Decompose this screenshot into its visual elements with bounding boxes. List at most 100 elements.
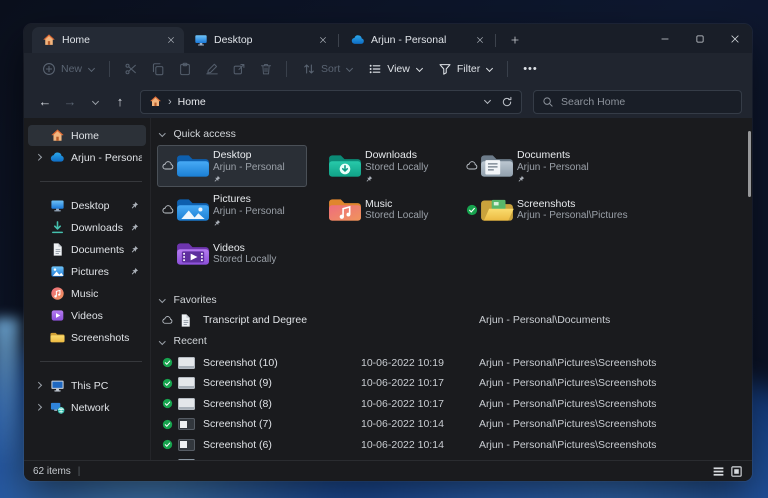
sidebar-item-network[interactable]: Network <box>28 397 146 418</box>
recent-file-row[interactable]: Screenshot (5) 10-06-2022 09:31 Arjun - … <box>159 455 742 460</box>
close-button[interactable] <box>717 24 752 53</box>
close-tab-icon[interactable] <box>315 32 331 48</box>
tile-subtitle: Arjun - Personal <box>517 162 589 174</box>
tile-documents[interactable]: Documents Arjun - Personal <box>461 145 611 187</box>
search-input[interactable] <box>561 96 733 108</box>
sidebar-item-this-pc[interactable]: This PC <box>28 375 146 396</box>
command-toolbar: New Sort View Filter ••• <box>24 53 752 85</box>
delete-button[interactable] <box>252 57 279 81</box>
pin-icon <box>130 223 139 232</box>
address-bar[interactable]: › Home <box>140 90 522 114</box>
cut-button[interactable] <box>117 57 144 81</box>
refresh-icon[interactable] <box>501 96 513 108</box>
recent-locations-button[interactable] <box>84 91 106 113</box>
tile-subtitle: Stored Locally <box>365 210 428 222</box>
this-pc-icon <box>50 378 65 393</box>
screenshot-thumbnail <box>178 418 198 430</box>
pin-icon <box>130 245 139 254</box>
rename-button[interactable] <box>198 57 225 81</box>
desktop-folder-icon <box>176 151 210 181</box>
sidebar-item-videos[interactable]: Videos <box>28 305 146 326</box>
chevron-right-icon[interactable] <box>35 154 41 160</box>
section-header-quick-access[interactable]: Quick access <box>157 125 742 142</box>
explorer-content: Home Arjun - Personal Desktop Downloads <box>24 118 752 460</box>
section-header-recent[interactable]: Recent <box>157 333 742 350</box>
music-folder-icon <box>328 195 362 225</box>
home-icon <box>149 95 162 108</box>
tile-screenshots[interactable]: Screenshots Arjun - Personal\Pictures <box>461 189 611 231</box>
document-icon <box>50 242 65 257</box>
view-button[interactable]: View <box>360 57 430 81</box>
sidebar-item-screenshots[interactable]: Screenshots <box>28 327 146 348</box>
sidebar-item-pictures[interactable]: Pictures <box>28 261 146 282</box>
screenshot-thumbnail <box>178 377 198 389</box>
scrollbar[interactable] <box>748 131 751 197</box>
paste-button[interactable] <box>171 57 198 81</box>
tab-desktop[interactable]: Desktop <box>184 27 336 53</box>
copy-icon <box>151 62 165 76</box>
sidebar-item-documents[interactable]: Documents <box>28 239 146 260</box>
tile-desktop[interactable]: Desktop Arjun - Personal <box>157 145 307 187</box>
sidebar-item-arjun-personal[interactable]: Arjun - Personal <box>28 147 146 168</box>
sidebar-separator <box>40 361 142 362</box>
tile-subtitle: Stored Locally <box>365 162 428 174</box>
chevron-right-icon[interactable] <box>35 404 41 410</box>
details-view-icon[interactable] <box>712 465 725 478</box>
tab-label: Home <box>62 34 90 46</box>
tile-downloads[interactable]: Downloads Stored Locally <box>309 145 459 187</box>
tile-music[interactable]: Music Stored Locally <box>309 189 459 231</box>
copy-button[interactable] <box>144 57 171 81</box>
desktop-icon <box>50 198 65 213</box>
maximize-button[interactable] <box>682 24 717 53</box>
recent-file-row[interactable]: Screenshot (7) 10-06-2022 10:14 Arjun - … <box>159 414 742 435</box>
recent-file-row[interactable]: Screenshot (6) 10-06-2022 10:14 Arjun - … <box>159 435 742 456</box>
downloads-folder-icon <box>328 151 362 181</box>
favorite-file-row[interactable]: Transcript and Degree Arjun - Personal\D… <box>159 310 742 331</box>
file-date: 10-06-2022 10:17 <box>361 398 479 410</box>
tab-home[interactable]: Home <box>32 27 184 53</box>
minimize-button[interactable] <box>647 24 682 53</box>
file-name: Screenshot (6) <box>203 439 361 451</box>
sync-check-icon <box>159 398 175 409</box>
filter-button[interactable]: Filter <box>430 57 500 81</box>
close-tab-icon[interactable] <box>472 32 488 48</box>
sidebar-item-home[interactable]: Home <box>28 125 146 146</box>
recent-file-row[interactable]: Screenshot (8) 10-06-2022 10:17 Arjun - … <box>159 394 742 415</box>
large-icons-view-icon[interactable] <box>730 465 743 478</box>
breadcrumb[interactable]: Home <box>178 96 206 108</box>
pin-icon <box>517 175 525 183</box>
tab-label: Desktop <box>214 34 253 46</box>
sort-button[interactable]: Sort <box>294 57 360 81</box>
tab-arjun-personal[interactable]: Arjun - Personal <box>341 27 493 53</box>
onedrive-icon <box>50 150 65 165</box>
back-button[interactable]: ← <box>34 91 56 113</box>
tile-name: Downloads <box>365 149 428 162</box>
tile-name: Videos <box>213 242 276 255</box>
chevron-down-icon[interactable] <box>484 97 491 104</box>
sync-check-icon <box>159 439 175 450</box>
sidebar-item-downloads[interactable]: Downloads <box>28 217 146 238</box>
close-tab-icon[interactable] <box>163 32 179 48</box>
tile-videos[interactable]: Videos Stored Locally <box>157 233 307 275</box>
forward-button[interactable]: → <box>59 91 81 113</box>
videos-icon <box>50 308 65 323</box>
tile-pictures[interactable]: Pictures Arjun - Personal <box>157 189 307 231</box>
file-name: Screenshot (5) <box>203 459 361 460</box>
tab-label: Arjun - Personal <box>371 34 446 46</box>
search-box[interactable] <box>533 90 742 114</box>
sidebar-item-music[interactable]: Music <box>28 283 146 304</box>
section-header-favorites[interactable]: Favorites <box>157 291 742 308</box>
recent-file-row[interactable]: Screenshot (9) 10-06-2022 10:17 Arjun - … <box>159 373 742 394</box>
new-tab-button[interactable] <box>504 29 526 51</box>
see-more-button[interactable]: ••• <box>515 63 546 75</box>
new-button[interactable]: New <box>34 57 102 81</box>
chevron-right-icon[interactable] <box>35 382 41 388</box>
sidebar-item-desktop[interactable]: Desktop <box>28 195 146 216</box>
file-date: 10-06-2022 10:14 <box>361 439 479 451</box>
folder-icon <box>50 330 65 345</box>
share-button[interactable] <box>225 57 252 81</box>
file-date: 10-06-2022 10:14 <box>361 418 479 430</box>
item-count: 62 items <box>33 466 71 477</box>
recent-file-row[interactable]: Screenshot (10) 10-06-2022 10:19 Arjun -… <box>159 353 742 374</box>
up-button[interactable]: ↑ <box>109 91 131 113</box>
